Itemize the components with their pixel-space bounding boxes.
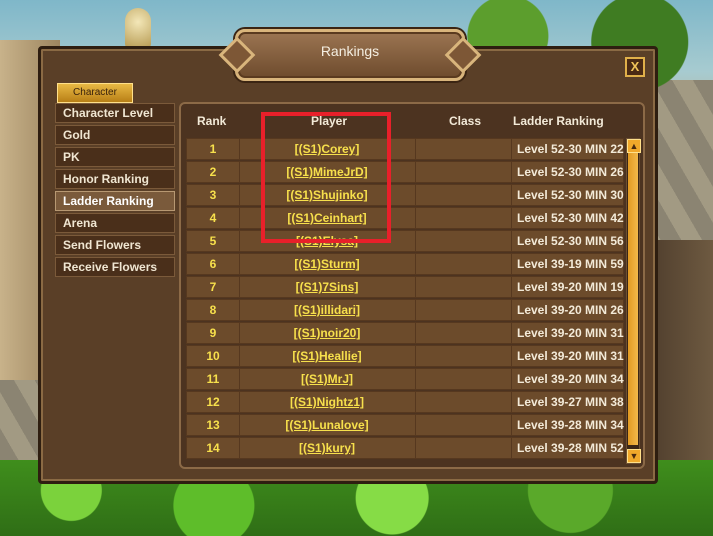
header-ladder-ranking: Ladder Ranking (513, 114, 604, 128)
player-cell: [(S1)Heallie] (239, 346, 416, 366)
rank-cell: 6 (187, 254, 240, 274)
class-cell (415, 346, 512, 366)
ladder-cell: Level 39-27 MIN 38 (517, 395, 624, 409)
table-body: 1 [(S1)Corey] Level 52-30 MIN 22 2 [(S1)Mime… (186, 138, 624, 460)
ladder-cell: Level 39-20 MIN 31 (517, 326, 624, 340)
class-cell (415, 415, 512, 435)
rank-cell: 10 (187, 346, 240, 366)
table-row: 9 [(S1)noir20] Level 39-20 MIN 31 (186, 322, 624, 344)
menu-item-pk[interactable]: PK (55, 147, 175, 167)
ladder-cell: Level 52-30 MIN 22 (517, 142, 624, 156)
tab-character[interactable]: Character (57, 83, 133, 103)
table-row: 7 [(S1)7Sins] Level 39-20 MIN 19 (186, 276, 624, 298)
highlight-box (261, 112, 391, 243)
player-link[interactable]: [(S1)Nightz1] (290, 395, 364, 409)
rank-cell: 8 (187, 300, 240, 320)
player-cell: [(S1)MrJ] (239, 369, 416, 389)
class-cell (415, 231, 512, 251)
header-rank: Rank (197, 114, 227, 128)
ranking-menu: Character Level Gold PK Honor Ranking Ladder… (55, 103, 175, 279)
ladder-cell: Level 52-30 MIN 26 (517, 165, 624, 179)
menu-item-send-flowers[interactable]: Send Flowers (55, 235, 175, 255)
class-cell (415, 300, 512, 320)
player-link[interactable]: [(S1)illidari] (294, 303, 360, 317)
player-cell: [(S1)7Sins] (239, 277, 416, 297)
ladder-cell: Level 39-20 MIN 34 (517, 372, 624, 386)
rank-cell: 1 (187, 139, 240, 159)
class-cell (415, 438, 512, 458)
ladder-cell: Level 39-20 MIN 31 (517, 349, 624, 363)
table-row: 2 [(S1)MimeJrD] Level 52-30 MIN 26 (186, 161, 624, 183)
menu-item-honor-ranking[interactable]: Honor Ranking (55, 169, 175, 189)
player-link[interactable]: [(S1)7Sins] (296, 280, 359, 294)
table-row: 13 [(S1)Lunalove] Level 39-28 MIN 34 (186, 414, 624, 436)
chevron-up-icon[interactable]: ▲ (627, 139, 641, 153)
class-cell (415, 185, 512, 205)
ladder-cell: Level 39-28 MIN 34 (517, 418, 624, 432)
scrollbar[interactable]: ▲ ▼ (626, 138, 641, 464)
rank-cell: 13 (187, 415, 240, 435)
window-title: Rankings (320, 43, 380, 59)
menu-item-character-level[interactable]: Character Level (55, 103, 175, 123)
player-link[interactable]: [(S1)noir20] (294, 326, 361, 340)
ladder-cell: Level 39-19 MIN 59 (517, 257, 624, 271)
menu-item-receive-flowers[interactable]: Receive Flowers (55, 257, 175, 277)
ladder-cell: Level 39-28 MIN 52 (517, 441, 624, 455)
ladder-cell: Level 52-30 MIN 30 (517, 188, 624, 202)
table-row: 14 [(S1)kury] Level 39-28 MIN 52 (186, 437, 624, 459)
lamp-scenery (125, 8, 151, 48)
title-plate: Rankings (235, 29, 465, 81)
rank-cell: 9 (187, 323, 240, 343)
rank-cell: 12 (187, 392, 240, 412)
ladder-cell: Level 39-20 MIN 19 (517, 280, 624, 294)
class-cell (415, 254, 512, 274)
scroll-thumb[interactable] (628, 153, 638, 445)
rank-cell: 11 (187, 369, 240, 389)
player-link[interactable]: [(S1)MrJ] (301, 372, 353, 386)
player-link[interactable]: [(S1)Heallie] (292, 349, 361, 363)
ladder-cell: Level 52-30 MIN 42 (517, 211, 624, 225)
table-row: 10 [(S1)Heallie] Level 39-20 MIN 31 (186, 345, 624, 367)
class-cell (415, 392, 512, 412)
rank-cell: 14 (187, 438, 240, 458)
class-cell (415, 277, 512, 297)
player-link[interactable]: [(S1)Lunalove] (285, 418, 368, 432)
player-link[interactable]: [(S1)kury] (299, 441, 355, 455)
rank-cell: 5 (187, 231, 240, 251)
table-row: 5 [(S1)Elysa] Level 52-30 MIN 56 (186, 230, 624, 252)
close-icon[interactable]: X (625, 57, 645, 77)
ladder-cell: Level 52-30 MIN 56 (517, 234, 624, 248)
table-row: 6 [(S1)Sturm] Level 39-19 MIN 59 (186, 253, 624, 275)
rank-cell: 3 (187, 185, 240, 205)
table-header: Rank Player Class Ladder Ranking (181, 114, 621, 134)
table-row: 8 [(S1)illidari] Level 39-20 MIN 26 (186, 299, 624, 321)
player-cell: [(S1)illidari] (239, 300, 416, 320)
rank-cell: 4 (187, 208, 240, 228)
class-cell (415, 162, 512, 182)
table-row: 11 [(S1)MrJ] Level 39-20 MIN 34 (186, 368, 624, 390)
class-cell (415, 369, 512, 389)
player-cell: [(S1)Sturm] (239, 254, 416, 274)
ladder-cell: Level 39-20 MIN 26 (517, 303, 624, 317)
ranking-table-panel: Rank Player Class Ladder Ranking 1 [(S1)C… (179, 102, 645, 469)
class-cell (415, 139, 512, 159)
player-cell: [(S1)Lunalove] (239, 415, 416, 435)
chevron-down-icon[interactable]: ▼ (627, 449, 641, 463)
player-cell: [(S1)Nightz1] (239, 392, 416, 412)
table-row: 12 [(S1)Nightz1] Level 39-27 MIN 38 (186, 391, 624, 413)
class-cell (415, 208, 512, 228)
menu-item-arena[interactable]: Arena (55, 213, 175, 233)
player-link[interactable]: [(S1)Sturm] (294, 257, 359, 271)
table-row: 3 [(S1)Shujinko] Level 52-30 MIN 30 (186, 184, 624, 206)
menu-item-ladder-ranking[interactable]: Ladder Ranking (55, 191, 175, 211)
menu-item-gold[interactable]: Gold (55, 125, 175, 145)
class-cell (415, 323, 512, 343)
rank-cell: 2 (187, 162, 240, 182)
table-row: 1 [(S1)Corey] Level 52-30 MIN 22 (186, 138, 624, 160)
header-class: Class (449, 114, 482, 128)
rank-cell: 7 (187, 277, 240, 297)
player-cell: [(S1)kury] (239, 438, 416, 458)
table-row: 4 [(S1)Ceinhart] Level 52-30 MIN 42 (186, 207, 624, 229)
player-cell: [(S1)noir20] (239, 323, 416, 343)
